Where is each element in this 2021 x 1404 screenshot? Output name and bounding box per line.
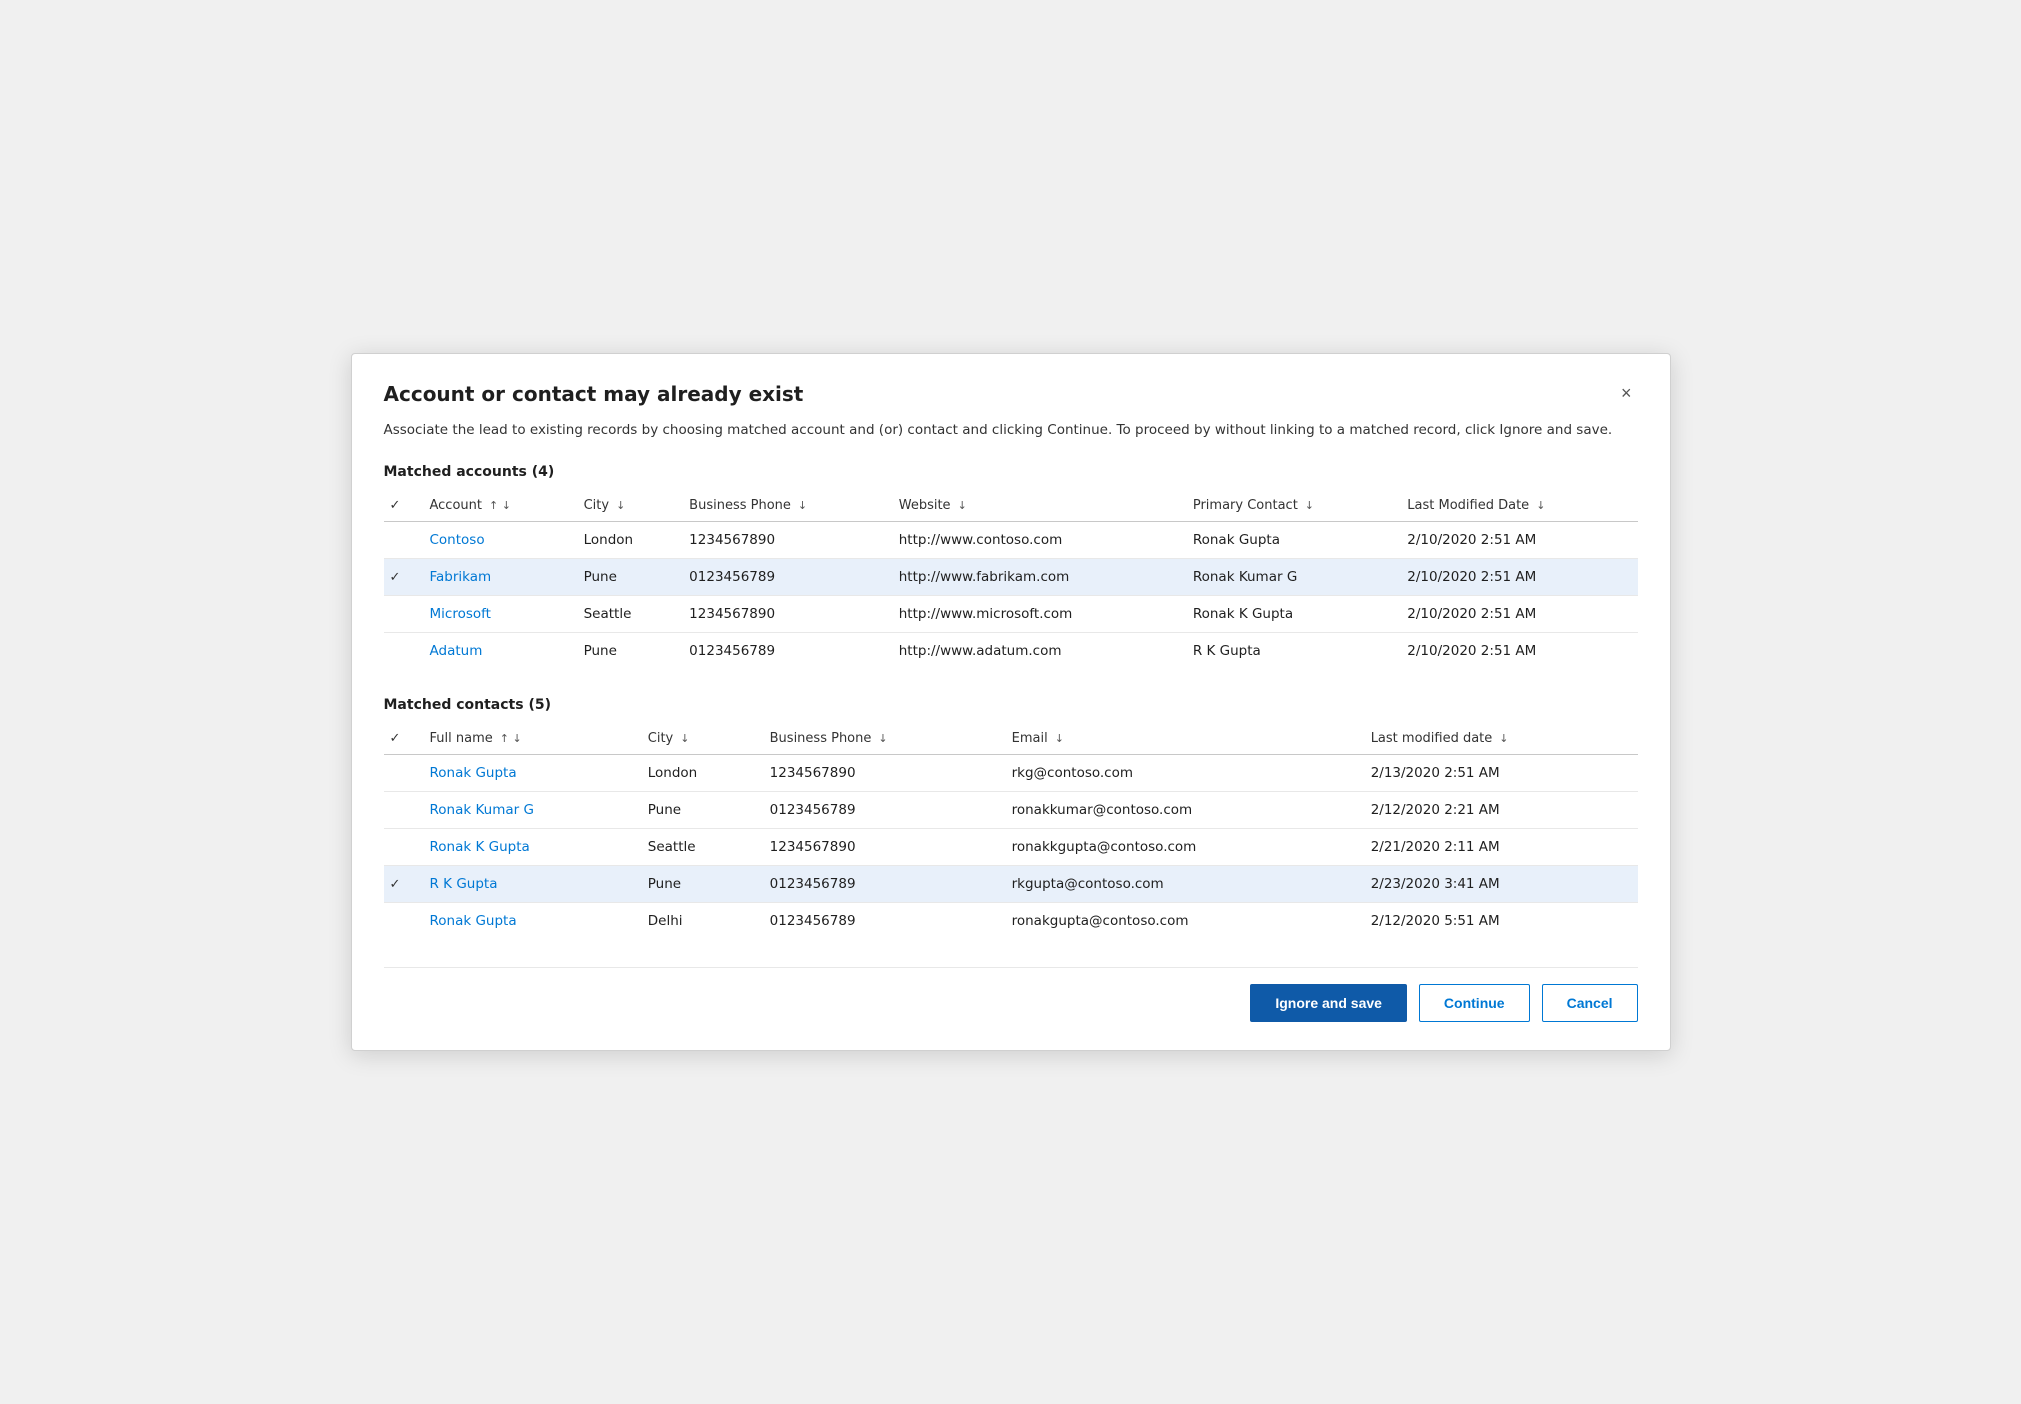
accounts-row-last-modified: 2/10/2020 2:51 AM [1397, 596, 1637, 633]
contacts-row-email: rkgupta@contoso.com [1002, 866, 1361, 903]
accounts-row-primary-contact: R K Gupta [1183, 633, 1397, 670]
accounts-row-last-modified: 2/10/2020 2:51 AM [1397, 522, 1637, 559]
contacts-row-fullname[interactable]: Ronak Gupta [420, 903, 638, 940]
accounts-row-phone: 0123456789 [679, 559, 889, 596]
ignore-save-button[interactable]: Ignore and save [1250, 984, 1407, 1022]
dialog-header: Account or contact may already exist × [384, 382, 1638, 406]
contacts-row-email: ronakkgupta@contoso.com [1002, 829, 1361, 866]
accounts-table: ✓ Account ↑ ↓ City ↓ [384, 490, 1638, 669]
contacts-row-fullname[interactable]: Ronak Gupta [420, 755, 638, 792]
contacts-fullname-header[interactable]: Full name ↑ ↓ [420, 723, 638, 755]
accounts-row[interactable]: ✓ Fabrikam Pune 0123456789 http://www.fa… [384, 559, 1638, 596]
contacts-row-phone: 0123456789 [760, 792, 1002, 829]
contacts-row-phone: 1234567890 [760, 829, 1002, 866]
accounts-row-account[interactable]: Adatum [420, 633, 574, 670]
accounts-row-last-modified: 2/10/2020 2:51 AM [1397, 633, 1637, 670]
contacts-table: ✓ Full name ↑ ↓ City ↓ [384, 723, 1638, 939]
accounts-row-account[interactable]: Fabrikam [420, 559, 574, 596]
accounts-row-primary-contact: Ronak Kumar G [1183, 559, 1397, 596]
contacts-row-check[interactable] [384, 829, 420, 866]
close-button[interactable]: × [1615, 382, 1638, 404]
dialog-footer: Ignore and save Continue Cancel [384, 967, 1638, 1022]
accounts-row-city: Seattle [574, 596, 680, 633]
contacts-row-last-modified: 2/21/2020 2:11 AM [1361, 829, 1638, 866]
contacts-row-check[interactable]: ✓ [384, 866, 420, 903]
accounts-row-phone: 1234567890 [679, 596, 889, 633]
contacts-row-phone: 0123456789 [760, 866, 1002, 903]
contacts-row-fullname[interactable]: R K Gupta [420, 866, 638, 903]
accounts-row[interactable]: Contoso London 1234567890 http://www.con… [384, 522, 1638, 559]
continue-button[interactable]: Continue [1419, 984, 1530, 1022]
contacts-row[interactable]: Ronak Gupta London 1234567890 rkg@contos… [384, 755, 1638, 792]
accounts-row-website: http://www.contoso.com [889, 522, 1183, 559]
contacts-row-city: Pune [638, 866, 760, 903]
contacts-row-check[interactable] [384, 903, 420, 940]
accounts-check-header: ✓ [384, 490, 420, 522]
contacts-section: Matched contacts (5) ✓ Full name ↑ ↓ [384, 697, 1638, 939]
accounts-row-phone: 1234567890 [679, 522, 889, 559]
accounts-section: Matched accounts (4) ✓ Account ↑ ↓ [384, 464, 1638, 669]
contacts-row[interactable]: Ronak Kumar G Pune 0123456789 ronakkumar… [384, 792, 1638, 829]
contacts-row-email: ronakgupta@contoso.com [1002, 903, 1361, 940]
accounts-row-check[interactable] [384, 596, 420, 633]
contacts-row-fullname[interactable]: Ronak Kumar G [420, 792, 638, 829]
accounts-row-website: http://www.fabrikam.com [889, 559, 1183, 596]
accounts-account-header[interactable]: Account ↑ ↓ [420, 490, 574, 522]
contacts-row-email: rkg@contoso.com [1002, 755, 1361, 792]
contacts-city-header[interactable]: City ↓ [638, 723, 760, 755]
contacts-row-last-modified: 2/12/2020 5:51 AM [1361, 903, 1638, 940]
accounts-row-check[interactable]: ✓ [384, 559, 420, 596]
accounts-section-title: Matched accounts (4) [384, 464, 1638, 480]
contacts-row-phone: 1234567890 [760, 755, 1002, 792]
contacts-row-check[interactable] [384, 792, 420, 829]
accounts-row[interactable]: Microsoft Seattle 1234567890 http://www.… [384, 596, 1638, 633]
contacts-section-title: Matched contacts (5) [384, 697, 1638, 713]
contacts-email-header[interactable]: Email ↓ [1002, 723, 1361, 755]
contacts-row-phone: 0123456789 [760, 903, 1002, 940]
accounts-last-modified-header[interactable]: Last Modified Date ↓ [1397, 490, 1637, 522]
duplicate-detection-dialog: Account or contact may already exist × A… [351, 353, 1671, 1051]
contacts-row-last-modified: 2/12/2020 2:21 AM [1361, 792, 1638, 829]
accounts-row-website: http://www.adatum.com [889, 633, 1183, 670]
contacts-row[interactable]: Ronak K Gupta Seattle 1234567890 ronakkg… [384, 829, 1638, 866]
dialog-description: Associate the lead to existing records b… [384, 420, 1638, 440]
contacts-row[interactable]: Ronak Gupta Delhi 0123456789 ronakgupta@… [384, 903, 1638, 940]
accounts-row-website: http://www.microsoft.com [889, 596, 1183, 633]
contacts-last-modified-header[interactable]: Last modified date ↓ [1361, 723, 1638, 755]
accounts-row[interactable]: Adatum Pune 0123456789 http://www.adatum… [384, 633, 1638, 670]
contacts-row-last-modified: 2/13/2020 2:51 AM [1361, 755, 1638, 792]
contacts-row-city: Pune [638, 792, 760, 829]
accounts-row-check[interactable] [384, 522, 420, 559]
accounts-row-primary-contact: Ronak K Gupta [1183, 596, 1397, 633]
contacts-row-fullname[interactable]: Ronak K Gupta [420, 829, 638, 866]
contacts-row-city: Seattle [638, 829, 760, 866]
accounts-row-phone: 0123456789 [679, 633, 889, 670]
contacts-row[interactable]: ✓ R K Gupta Pune 0123456789 rkgupta@cont… [384, 866, 1638, 903]
accounts-row-primary-contact: Ronak Gupta [1183, 522, 1397, 559]
contacts-row-city: Delhi [638, 903, 760, 940]
accounts-phone-header[interactable]: Business Phone ↓ [679, 490, 889, 522]
accounts-row-last-modified: 2/10/2020 2:51 AM [1397, 559, 1637, 596]
accounts-row-city: London [574, 522, 680, 559]
accounts-row-account[interactable]: Contoso [420, 522, 574, 559]
accounts-row-city: Pune [574, 633, 680, 670]
contacts-header-row: ✓ Full name ↑ ↓ City ↓ [384, 723, 1638, 755]
contacts-check-header: ✓ [384, 723, 420, 755]
contacts-row-email: ronakkumar@contoso.com [1002, 792, 1361, 829]
contacts-row-check[interactable] [384, 755, 420, 792]
accounts-website-header[interactable]: Website ↓ [889, 490, 1183, 522]
dialog-title: Account or contact may already exist [384, 382, 804, 406]
cancel-button[interactable]: Cancel [1542, 984, 1638, 1022]
accounts-row-account[interactable]: Microsoft [420, 596, 574, 633]
accounts-primary-contact-header[interactable]: Primary Contact ↓ [1183, 490, 1397, 522]
accounts-header-row: ✓ Account ↑ ↓ City ↓ [384, 490, 1638, 522]
contacts-phone-header[interactable]: Business Phone ↓ [760, 723, 1002, 755]
contacts-row-city: London [638, 755, 760, 792]
contacts-row-last-modified: 2/23/2020 3:41 AM [1361, 866, 1638, 903]
accounts-row-city: Pune [574, 559, 680, 596]
accounts-city-header[interactable]: City ↓ [574, 490, 680, 522]
accounts-row-check[interactable] [384, 633, 420, 670]
